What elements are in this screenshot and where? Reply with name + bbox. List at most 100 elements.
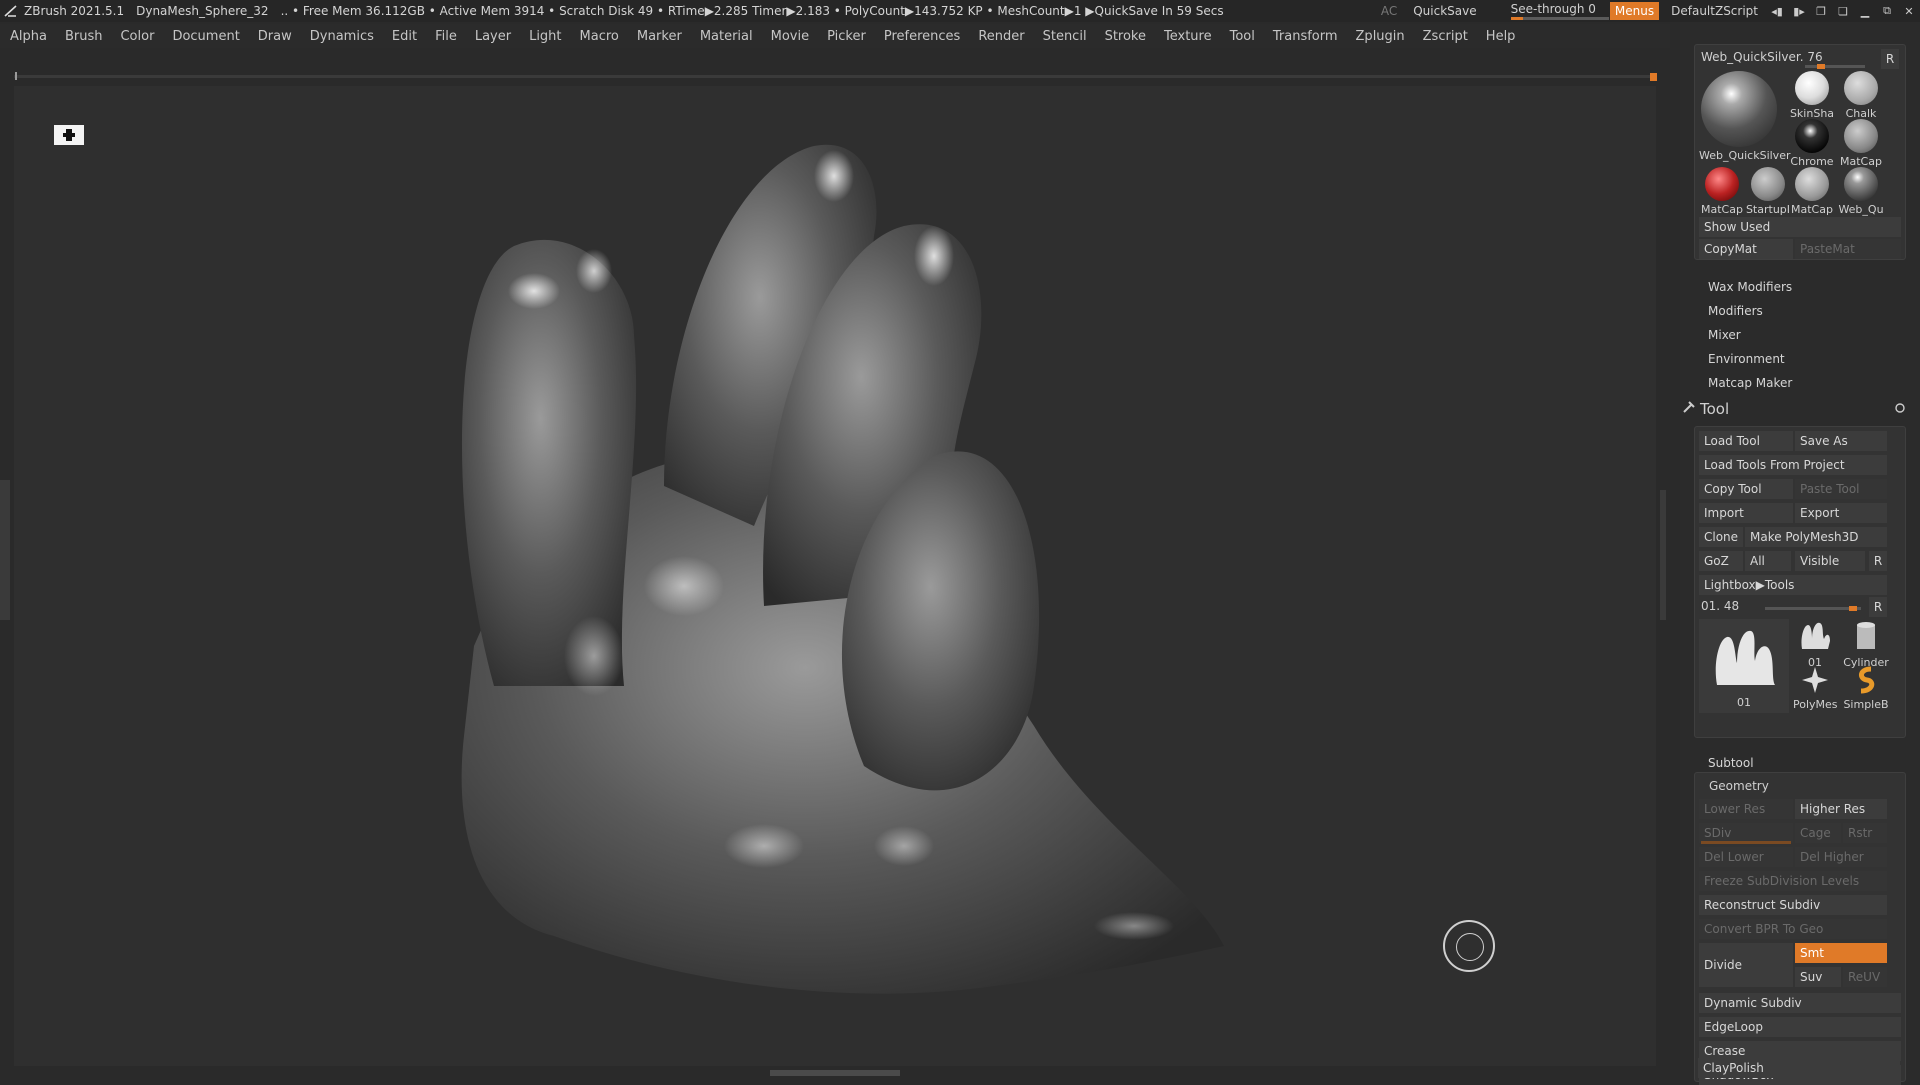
quicksave-button[interactable]: QuickSave <box>1413 4 1476 18</box>
paste-window-icon[interactable]: ❏ <box>1832 5 1854 18</box>
environment-menu[interactable]: Environment <box>1708 352 1785 366</box>
sdiv-slider[interactable]: SDiv <box>1699 823 1793 843</box>
material-web-qu[interactable]: Web_Qu <box>1838 167 1884 216</box>
material-chalk[interactable]: Chalk <box>1838 71 1884 120</box>
floor-grid-icon[interactable] <box>54 125 84 145</box>
del-higher-button[interactable]: Del Higher <box>1795 847 1887 867</box>
menu-layer[interactable]: Layer <box>475 29 511 44</box>
lower-res-button[interactable]: Lower Res <box>1699 799 1793 819</box>
menu-material[interactable]: Material <box>700 29 753 44</box>
import-button[interactable]: Import <box>1699 503 1793 523</box>
tool-thumb-simplebrush[interactable]: SimpleB <box>1841 665 1891 711</box>
mixer-menu[interactable]: Mixer <box>1708 328 1741 342</box>
menu-zplugin[interactable]: Zplugin <box>1356 29 1405 44</box>
modifiers-menu[interactable]: Modifiers <box>1708 304 1763 318</box>
paste-tool-button[interactable]: Paste Tool <box>1795 479 1887 499</box>
matcap-maker-menu[interactable]: Matcap Maker <box>1708 376 1792 390</box>
menu-zscript[interactable]: Zscript <box>1423 29 1468 44</box>
material-startup[interactable]: StartupI <box>1745 167 1791 216</box>
claypolish-menu[interactable]: ClayPolish <box>1698 1058 1900 1078</box>
default-zscript-button[interactable]: DefaultZScript <box>1671 4 1758 18</box>
menus-toggle-button[interactable]: Menus <box>1609 2 1660 20</box>
menu-edit[interactable]: Edit <box>392 29 417 44</box>
layout-right-icon[interactable]: ▮▸ <box>1788 5 1810 18</box>
timeline-track[interactable] <box>14 75 1654 78</box>
show-used-button[interactable]: Show Used <box>1699 217 1901 237</box>
tool-slider-reset-button[interactable]: R <box>1869 597 1887 617</box>
material-web-quicksilver[interactable]: Web_QuickSilver <box>1699 71 1790 162</box>
export-button[interactable]: Export <box>1795 503 1887 523</box>
save-as-button[interactable]: Save As <box>1795 431 1887 451</box>
menu-draw[interactable]: Draw <box>258 29 292 44</box>
document-canvas[interactable] <box>14 86 1656 1066</box>
material-matcap-grey[interactable]: MatCap <box>1838 119 1884 168</box>
menu-alpha[interactable]: Alpha <box>10 29 47 44</box>
tool-slider[interactable] <box>1765 606 1861 611</box>
menu-marker[interactable]: Marker <box>637 29 682 44</box>
tool-palette-title[interactable]: Tool <box>1700 400 1729 418</box>
menu-picker[interactable]: Picker <box>827 29 866 44</box>
menu-stencil[interactable]: Stencil <box>1043 29 1087 44</box>
lightbox-tools-button[interactable]: Lightbox▶Tools <box>1699 575 1887 595</box>
reuv-toggle[interactable]: ReUV <box>1843 967 1887 987</box>
menu-brush[interactable]: Brush <box>65 29 103 44</box>
smt-toggle[interactable]: Smt <box>1795 943 1887 963</box>
divide-button[interactable]: Divide <box>1699 943 1793 987</box>
goz-button[interactable]: GoZ <box>1699 551 1743 571</box>
menu-dynamics[interactable]: Dynamics <box>310 29 374 44</box>
tool-thumb-01[interactable]: 01 <box>1793 619 1837 669</box>
close-icon[interactable]: ✕ <box>1898 5 1920 18</box>
left-tray-handle[interactable] <box>0 480 10 620</box>
menu-render[interactable]: Render <box>978 29 1024 44</box>
timeline-end-marker[interactable] <box>1650 73 1657 81</box>
ac-indicator[interactable]: AC <box>1381 4 1397 18</box>
geometry-menu[interactable]: Geometry <box>1709 779 1769 793</box>
tool-thumb-main[interactable]: 01 <box>1699 619 1789 713</box>
layout-left-icon[interactable]: ◂▮ <box>1766 5 1788 18</box>
clone-button[interactable]: Clone <box>1699 527 1743 547</box>
subtool-menu[interactable]: Subtool <box>1708 756 1754 770</box>
menu-document[interactable]: Document <box>172 29 239 44</box>
menu-tool[interactable]: Tool <box>1230 29 1255 44</box>
load-tool-button[interactable]: Load Tool <box>1699 431 1793 451</box>
menu-movie[interactable]: Movie <box>771 29 809 44</box>
menu-file[interactable]: File <box>435 29 457 44</box>
edgeloop-menu[interactable]: EdgeLoop <box>1699 1017 1901 1037</box>
rstr-button[interactable]: Rstr <box>1843 823 1887 843</box>
restore-icon[interactable]: ⧉ <box>1876 4 1898 18</box>
goz-reset-button[interactable]: R <box>1869 551 1887 571</box>
pastemat-button[interactable]: PasteMat <box>1795 239 1901 259</box>
tool-thumb-cylinder[interactable]: Cylinder <box>1841 619 1891 669</box>
menu-texture[interactable]: Texture <box>1164 29 1212 44</box>
menu-stroke[interactable]: Stroke <box>1105 29 1146 44</box>
refresh-icon[interactable] <box>1894 402 1906 414</box>
right-tray-handle[interactable] <box>1660 490 1666 620</box>
menu-light[interactable]: Light <box>529 29 561 44</box>
wax-modifiers-menu[interactable]: Wax Modifiers <box>1708 280 1792 294</box>
copy-tool-button[interactable]: Copy Tool <box>1699 479 1793 499</box>
material-matcap-red[interactable]: MatCap <box>1699 167 1745 216</box>
material-reset-button[interactable]: R <box>1881 49 1899 69</box>
menu-preferences[interactable]: Preferences <box>884 29 960 44</box>
see-through-slider[interactable]: See-through 0 <box>1510 2 1609 20</box>
make-polymesh3d-button[interactable]: Make PolyMesh3D <box>1745 527 1887 547</box>
cage-button[interactable]: Cage <box>1795 823 1841 843</box>
material-matcap-2[interactable]: MatCap <box>1789 167 1835 216</box>
higher-res-button[interactable]: Higher Res <box>1795 799 1887 819</box>
sculpt-model[interactable] <box>434 126 1234 1026</box>
reconstruct-subdiv-button[interactable]: Reconstruct Subdiv <box>1699 895 1887 915</box>
menu-help[interactable]: Help <box>1486 29 1516 44</box>
minimize-icon[interactable]: ▁ <box>1854 5 1876 18</box>
copy-window-icon[interactable]: ❐ <box>1810 5 1832 18</box>
goz-visible-button[interactable]: Visible <box>1795 551 1865 571</box>
material-slider[interactable] <box>1805 64 1865 69</box>
load-tools-from-project-button[interactable]: Load Tools From Project <box>1699 455 1887 475</box>
material-chrome[interactable]: Chrome <box>1789 119 1835 168</box>
copymat-button[interactable]: CopyMat <box>1699 239 1793 259</box>
menu-transform[interactable]: Transform <box>1273 29 1338 44</box>
dynamic-subdiv-menu[interactable]: Dynamic Subdiv <box>1699 993 1901 1013</box>
bottom-tray-handle[interactable] <box>770 1070 900 1076</box>
convert-bpr-to-geo-button[interactable]: Convert BPR To Geo <box>1699 919 1887 939</box>
freeze-subdivision-levels-button[interactable]: Freeze SubDivision Levels <box>1699 871 1887 891</box>
del-lower-button[interactable]: Del Lower <box>1699 847 1793 867</box>
